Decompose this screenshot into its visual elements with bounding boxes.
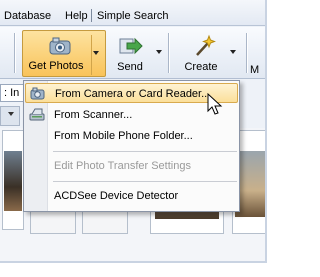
- chevron-down-icon[interactable]: [8, 112, 14, 116]
- toolbar-separator: [14, 33, 15, 73]
- chevron-down-icon[interactable]: [156, 50, 162, 54]
- menu-item-edit-transfer-settings[interactable]: Edit Photo Transfer Settings: [25, 156, 238, 176]
- magic-wand-icon: [196, 34, 216, 56]
- send-arrow-icon: [119, 37, 143, 55]
- menu-item-device-detector[interactable]: ACDSee Device Detector: [25, 186, 238, 206]
- get-photos-button[interactable]: Get Photos: [22, 30, 106, 77]
- menu-item-label: From Mobile Phone Folder...: [54, 130, 193, 142]
- menu-divider: [53, 151, 237, 152]
- camera-icon: [49, 37, 71, 55]
- menu-divider: [53, 181, 237, 182]
- toolbar-overflow-label: M: [250, 64, 260, 76]
- chevron-down-icon[interactable]: [93, 51, 99, 55]
- send-label: Send: [117, 61, 143, 73]
- mouse-cursor-icon: [207, 93, 223, 115]
- menu-divider: [91, 9, 92, 22]
- toolbar-separator: [246, 33, 247, 73]
- toolbar-separator: [168, 33, 169, 73]
- menu-item-from-mobile-phone[interactable]: From Mobile Phone Folder...: [25, 126, 238, 146]
- toolbar: Get Photos Send Create M: [0, 27, 265, 79]
- menu-item-label: From Scanner...: [54, 109, 133, 121]
- menu-item-label: ACDSee Device Detector: [54, 190, 179, 202]
- get-photos-label: Get Photos: [28, 60, 84, 72]
- menu-bar: Database Help Simple Search: [0, 0, 265, 26]
- menu-item-label: Edit Photo Transfer Settings: [54, 160, 191, 172]
- thumbnail-item[interactable]: [2, 130, 24, 230]
- menu-item-label: From Camera or Card Reader...: [55, 88, 211, 100]
- send-button[interactable]: Send: [110, 30, 164, 77]
- create-button[interactable]: Create: [176, 30, 240, 77]
- menu-simple-search[interactable]: Simple Search: [97, 10, 169, 22]
- chevron-down-icon[interactable]: [230, 50, 236, 54]
- side-panel-tab[interactable]: [0, 106, 20, 126]
- split-divider: [91, 35, 92, 75]
- camera-icon: [30, 87, 45, 100]
- menu-help[interactable]: Help: [65, 10, 88, 22]
- create-label: Create: [184, 61, 218, 73]
- scanner-icon: [29, 108, 45, 121]
- photo-image: [4, 151, 22, 211]
- menu-database[interactable]: Database: [4, 10, 51, 22]
